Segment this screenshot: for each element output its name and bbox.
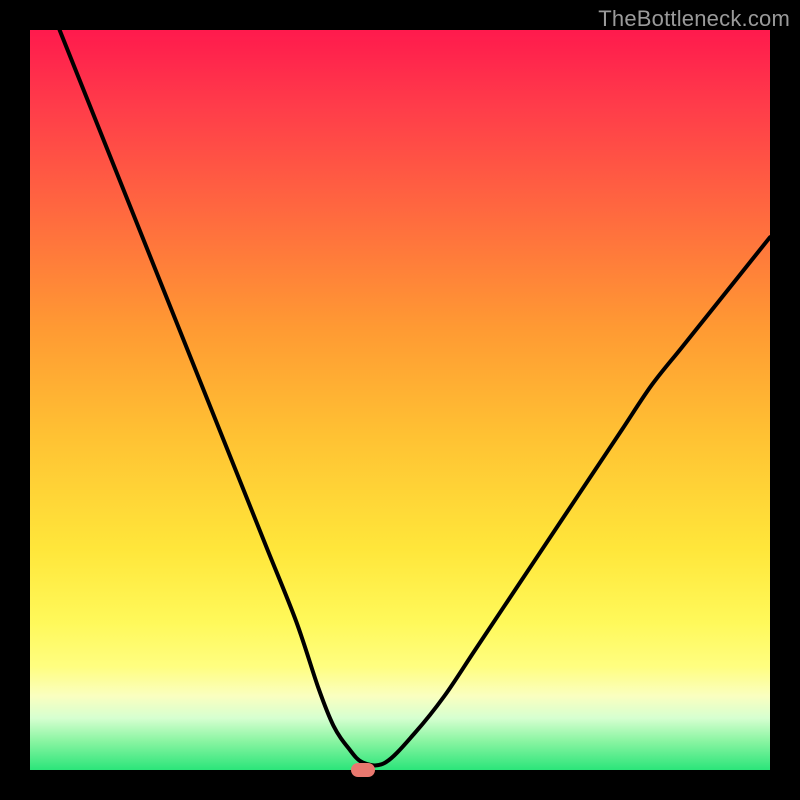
curve-layer (30, 30, 770, 770)
optimal-point-marker (351, 763, 375, 777)
chart-frame: TheBottleneck.com (0, 0, 800, 800)
watermark-text: TheBottleneck.com (598, 6, 790, 32)
bottleneck-curve (60, 30, 770, 765)
